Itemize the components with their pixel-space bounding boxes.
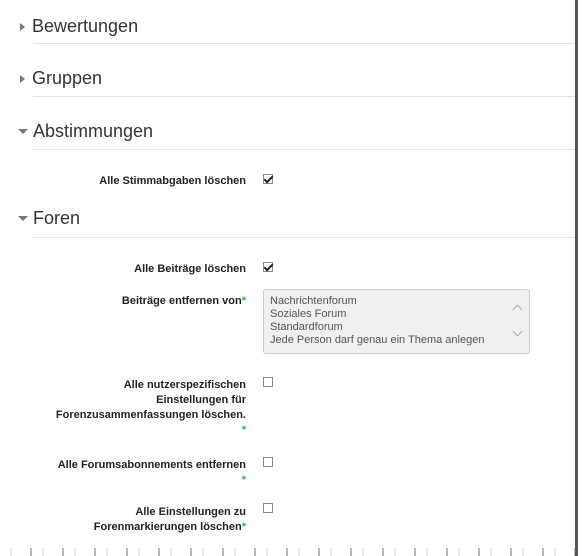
required-marker: * xyxy=(241,424,246,436)
listbox-option[interactable]: Nachrichtenforum xyxy=(270,295,523,308)
remove-from-label: Beiträge entfernen von* xyxy=(121,295,246,307)
remove-from-listbox[interactable]: Nachrichtenforum Soziales Forum Standard… xyxy=(263,289,530,354)
section-divider xyxy=(33,149,575,150)
markings-checkbox[interactable] xyxy=(263,503,273,513)
user-settings-label: Alle nutzerspezifischen Einstellungen fü… xyxy=(16,378,246,438)
section-title: Foren xyxy=(33,208,81,228)
collapse-arrow-icon xyxy=(18,129,28,134)
section-title: Abstimmungen xyxy=(33,121,154,141)
listbox-option[interactable]: Jede Person darf genau ein Thema anlegen xyxy=(270,334,523,347)
section-divider xyxy=(33,43,575,44)
section-title: Bewertungen xyxy=(32,16,139,36)
subscriptions-label: Alle Forumsabonnements entfernen * xyxy=(16,458,246,488)
section-header-foren[interactable]: Foren xyxy=(18,208,575,229)
section-header-bewertungen[interactable]: Bewertungen xyxy=(18,16,575,37)
section-header-gruppen[interactable]: Gruppen xyxy=(18,68,575,89)
delete-posts-label: Alle Beiträge löschen xyxy=(134,263,246,275)
markings-label: Alle Einstellungen zu Forenmarkierungen … xyxy=(93,506,246,533)
expand-arrow-icon xyxy=(20,74,25,83)
required-marker: * xyxy=(241,295,246,307)
delete-votes-checkbox[interactable] xyxy=(263,174,273,184)
required-marker: * xyxy=(241,521,246,533)
delete-votes-label: Alle Stimmabgaben löschen xyxy=(99,175,246,187)
delete-posts-checkbox[interactable] xyxy=(263,262,273,272)
expand-arrow-icon xyxy=(20,22,25,31)
section-header-abstimmungen[interactable]: Abstimmungen xyxy=(18,121,575,142)
listbox-option[interactable]: Soziales Forum xyxy=(270,308,523,321)
section-divider xyxy=(33,237,575,238)
required-marker: * xyxy=(241,474,246,486)
cut-off-content xyxy=(0,548,575,556)
listbox-option[interactable]: Standardforum xyxy=(270,321,523,334)
section-title: Gruppen xyxy=(32,68,103,88)
collapse-arrow-icon xyxy=(18,216,28,221)
user-settings-checkbox[interactable] xyxy=(263,377,273,387)
page-right-border xyxy=(575,0,578,556)
subscriptions-checkbox[interactable] xyxy=(263,457,273,467)
section-divider xyxy=(33,96,575,97)
